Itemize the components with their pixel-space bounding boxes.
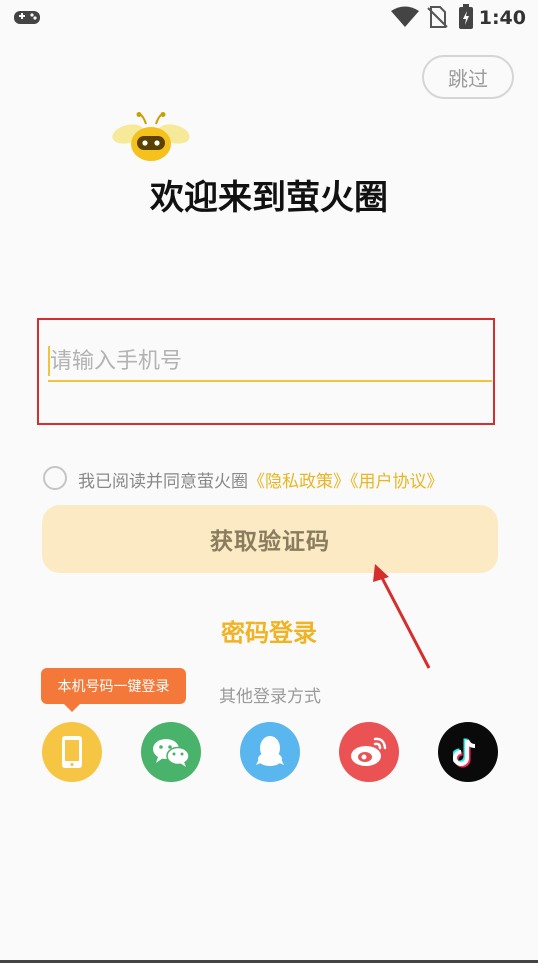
agreement-checkbox[interactable] — [43, 466, 67, 490]
tooltip-tail — [63, 703, 81, 712]
wechat-icon — [153, 739, 190, 767]
weibo-icon — [351, 737, 387, 766]
agreement-text: 我已阅读并同意萤火圈 — [78, 472, 248, 492]
user-agreement-link[interactable]: 《用户协议》 — [350, 472, 444, 492]
no-sim-icon — [427, 6, 448, 28]
one-click-login-tooltip: 本机号码一键登录 — [41, 668, 186, 704]
phone-icon — [62, 736, 82, 768]
wifi-icon — [391, 6, 419, 27]
qq-login-button[interactable] — [240, 722, 300, 782]
annotation-arrow-icon — [373, 564, 431, 669]
qq-icon — [256, 736, 284, 766]
privacy-policy-link[interactable]: 《隐私政策》 — [248, 472, 350, 492]
wechat-login-button[interactable] — [141, 722, 201, 782]
agreement-row: 我已阅读并同意萤火圈《隐私政策》《用户协议》 — [78, 467, 444, 492]
welcome-title: 欢迎来到萤火圈 — [150, 178, 388, 218]
tiktok-login-button[interactable] — [438, 722, 498, 782]
status-bar: 1:40 — [0, 0, 538, 36]
battery-icon — [459, 4, 473, 29]
input-underline — [48, 380, 492, 382]
weibo-login-button[interactable] — [339, 722, 399, 782]
phone-login-button[interactable] — [42, 722, 102, 782]
phone-input[interactable] — [48, 340, 494, 382]
firefly-logo-icon — [112, 112, 190, 161]
password-login-link[interactable]: 密码登录 — [0, 613, 538, 648]
tiktok-icon — [453, 738, 476, 768]
status-time: 1:40 — [478, 7, 526, 29]
gamepad-icon — [14, 11, 40, 24]
skip-button[interactable]: 跳过 — [422, 55, 514, 99]
